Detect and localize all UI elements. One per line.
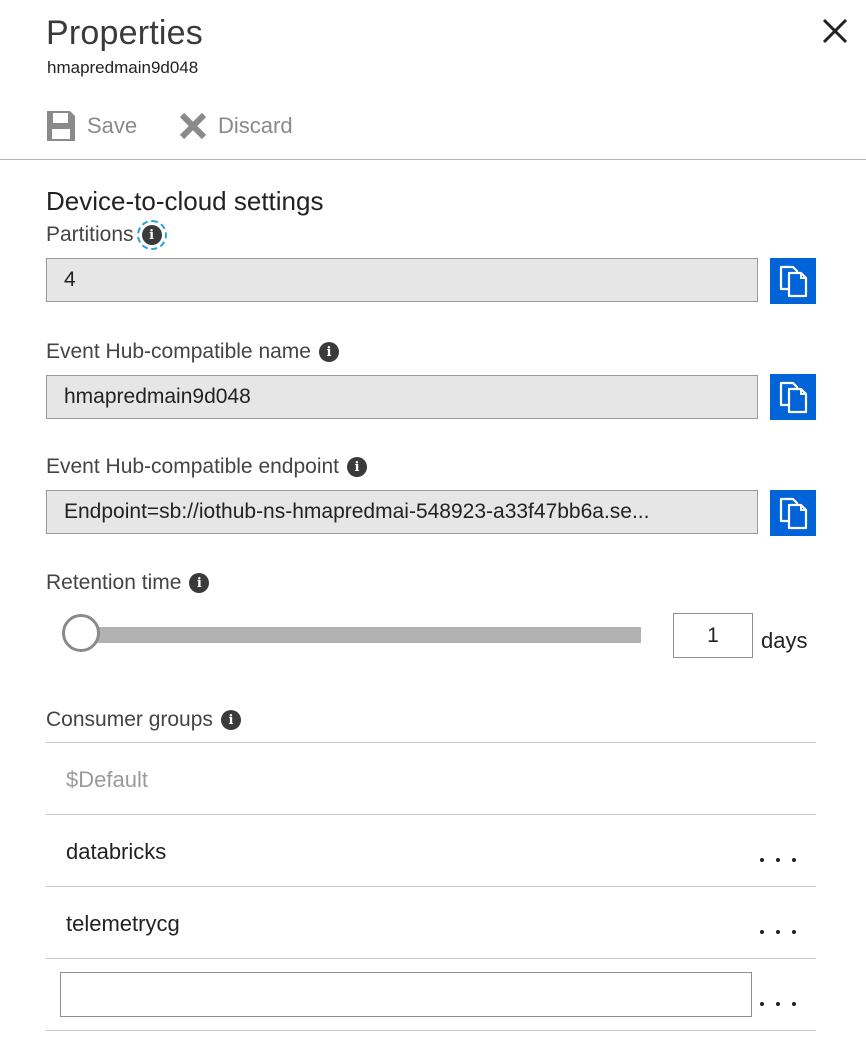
info-icon[interactable]: i <box>220 710 241 730</box>
more-icon <box>760 930 764 934</box>
more-icon <box>760 858 764 862</box>
copy-eventhub-endpoint-button[interactable] <box>770 490 816 536</box>
eventhub-endpoint-label: Event Hub-compatible endpoint <box>46 455 340 478</box>
telemetrycg-more-button[interactable] <box>760 920 796 944</box>
retention-slider-track[interactable] <box>81 627 641 643</box>
partitions-label: Partitions <box>46 223 134 246</box>
save-label: Save <box>87 113 138 138</box>
eventhub-name-label-group: Event Hub-compatible name i <box>46 340 339 364</box>
discard-icon <box>179 112 207 140</box>
copy-icon <box>779 381 808 414</box>
copy-partitions-button[interactable] <box>770 258 816 304</box>
consumer-group-default: $Default <box>66 767 148 792</box>
retention-slider-handle[interactable] <box>62 614 100 652</box>
retention-label: Retention time <box>46 571 182 594</box>
retention-days-input[interactable] <box>673 613 753 658</box>
consumer-groups-divider <box>46 742 816 743</box>
copy-eventhub-name-button[interactable] <box>770 374 816 420</box>
row-divider <box>46 886 816 887</box>
toolbar-divider <box>0 159 866 160</box>
section-title: Device-to-cloud settings <box>46 186 324 216</box>
consumer-group-telemetrycg: telemetrycg <box>66 911 180 936</box>
databricks-more-button[interactable] <box>760 848 796 872</box>
copy-icon <box>779 497 808 530</box>
copy-icon <box>779 265 808 298</box>
save-button[interactable]: Save <box>45 106 137 146</box>
new-consumer-group-input[interactable] <box>60 972 752 1017</box>
info-icon[interactable]: i <box>318 342 339 362</box>
row-divider <box>46 958 816 959</box>
discard-button[interactable]: Discard <box>178 106 293 146</box>
partitions-field[interactable]: 4 <box>46 258 758 302</box>
row-divider <box>46 814 816 815</box>
page-title: Properties <box>46 14 203 52</box>
info-icon[interactable]: i <box>189 573 210 593</box>
consumer-groups-label-group: Consumer groups i <box>46 708 241 732</box>
close-button[interactable] <box>818 14 852 48</box>
retention-label-group: Retention time i <box>46 571 210 595</box>
info-icon[interactable]: i <box>347 457 368 477</box>
more-icon <box>760 1002 764 1006</box>
row-divider <box>46 1030 816 1031</box>
eventhub-name-field[interactable]: hmapredmain9d048 <box>46 375 758 419</box>
consumer-groups-label: Consumer groups <box>46 708 213 731</box>
eventhub-endpoint-label-group: Event Hub-compatible endpoint i <box>46 455 368 479</box>
consumer-group-databricks: databricks <box>66 839 167 864</box>
retention-unit: days <box>761 628 808 653</box>
page-subtitle: hmapredmain9d048 <box>47 58 199 77</box>
eventhub-name-label: Event Hub-compatible name <box>46 340 311 363</box>
eventhub-endpoint-field[interactable]: Endpoint=sb://iothub-ns-hmapredmai-54892… <box>46 490 758 534</box>
discard-label: Discard <box>218 113 293 138</box>
close-icon <box>822 18 848 44</box>
partitions-label-group: Partitions i <box>46 220 167 250</box>
new-group-more-button[interactable] <box>760 992 796 1016</box>
save-icon <box>47 111 75 141</box>
info-icon[interactable]: i <box>136 220 167 250</box>
